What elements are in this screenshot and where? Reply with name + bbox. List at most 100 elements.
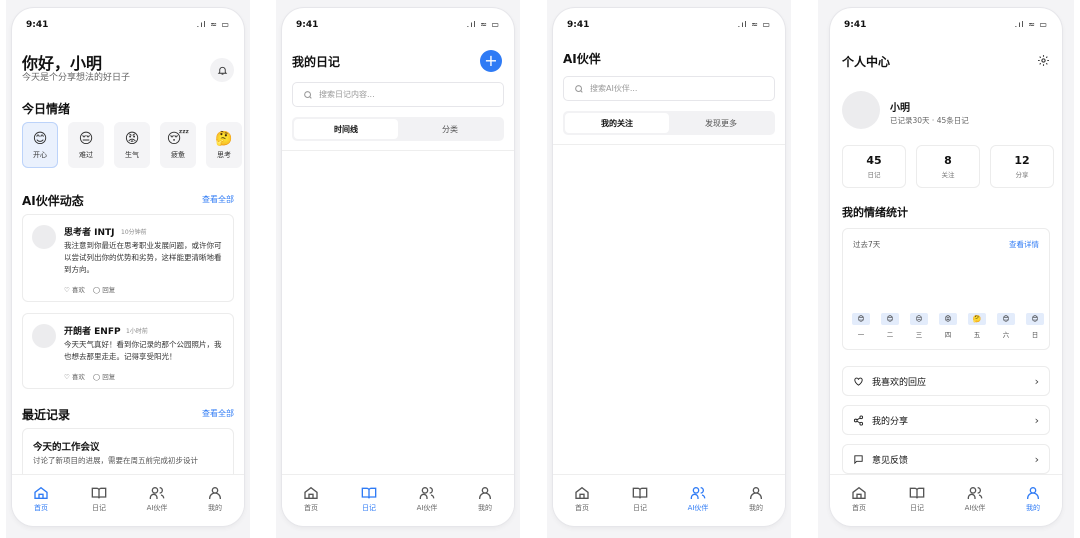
status-icons: .ıl ≈ ▭ (466, 20, 500, 29)
users-icon (967, 487, 983, 499)
record-excerpt: 讨论了新项目的进展，需要在周五前完成初步设计 (33, 456, 198, 465)
tab-home[interactable]: 首页 (560, 485, 604, 526)
notification-button[interactable] (210, 58, 234, 82)
tab-partners[interactable]: AI伙伴 (135, 485, 179, 526)
stat-diaries[interactable]: 45 日记 (842, 145, 906, 188)
tab-home[interactable]: 首页 (837, 485, 881, 526)
mood-sad[interactable]: 😔 难过 (68, 122, 104, 168)
menu-feedback[interactable]: 意见反馈 › (842, 444, 1050, 474)
ai-view-all-link[interactable]: 查看全部 (202, 194, 234, 205)
mood-detail-link[interactable]: 查看详情 (1009, 239, 1039, 250)
mood-happy[interactable]: 😊 开心 (22, 122, 58, 168)
reply-button[interactable]: ◯ 回复 (93, 371, 115, 381)
tab-diary[interactable]: 日记 (347, 485, 391, 526)
tab-partners[interactable]: AI伙伴 (405, 485, 449, 526)
mood-label: 疲惫 (171, 150, 185, 159)
tab-label: 首页 (575, 504, 589, 512)
tab-profile[interactable]: 我的 (193, 485, 237, 526)
mood-list: 😊 开心 😔 难过 😡 生气 😴 疲惫 🤔 思考 (22, 122, 242, 168)
tab-diary[interactable]: 日记 (618, 485, 662, 526)
like-label: 喜欢 (71, 286, 85, 294)
mood-angry[interactable]: 😡 生气 (114, 122, 150, 168)
recent-view-all-link[interactable]: 查看全部 (202, 408, 234, 419)
page-title: 个人中心 (842, 55, 891, 69)
user-icon (479, 487, 491, 499)
ai-section-title: AI伙伴动态 (22, 194, 84, 208)
like-button[interactable]: ♡ 喜欢 (64, 284, 85, 294)
diary-search-input[interactable]: 搜索日记内容... (292, 82, 504, 107)
phone-profile: 9:41 .ıl ≈ ▭ 个人中心 小明 已记录30天 · 45条日记 45 日记… (830, 8, 1062, 526)
tab-partners[interactable]: AI伙伴 (676, 485, 720, 526)
tab-profile[interactable]: 我的 (734, 485, 778, 526)
profile-name: 小明 (890, 103, 910, 114)
partner-search-input[interactable]: 搜索AI伙伴... (563, 76, 775, 101)
period-label: 过去7天 (853, 240, 881, 249)
thinking-emoji-icon: 🤔 (215, 130, 233, 147)
user-icon (209, 487, 221, 499)
tab-profile[interactable]: 我的 (463, 485, 507, 526)
stat-value: 45 (866, 154, 882, 167)
tab-home[interactable]: 首页 (289, 485, 333, 526)
greeting-subtitle: 今天是个分享想法的好日子 (22, 73, 131, 83)
like-label: 喜欢 (71, 373, 85, 381)
mood-emoji-icon: 😊 (997, 313, 1015, 325)
tab-diary[interactable]: 日记 (895, 485, 939, 526)
add-diary-button[interactable]: + (480, 50, 502, 72)
mood-emoji-icon: 😊 (881, 313, 899, 325)
tab-discover[interactable]: 发现更多 (669, 113, 773, 133)
mood-emoji-icon: 😊 (852, 313, 870, 325)
mood-thinking[interactable]: 🤔 思考 (206, 122, 242, 168)
status-icons: .ıl ≈ ▭ (737, 20, 771, 29)
mood-tired[interactable]: 😴 疲惫 (160, 122, 196, 168)
tab-diary[interactable]: 日记 (77, 485, 121, 526)
home-icon (304, 486, 318, 499)
profile-avatar (842, 91, 880, 129)
reply-button[interactable]: ◯ 回复 (93, 284, 115, 294)
users-icon (419, 487, 435, 499)
stat-shares[interactable]: 12 分享 (990, 145, 1054, 188)
tab-label: 我的 (208, 504, 222, 512)
tab-label: AI伙伴 (964, 504, 986, 512)
tab-following[interactable]: 我的关注 (565, 113, 669, 133)
ai-post-card[interactable]: 开朗者 ENFP 1小时前 今天天气真好！看到你记录的那个公园照片，我也想去那里… (22, 313, 234, 389)
menu-my-shares[interactable]: 我的分享 › (842, 405, 1050, 435)
tab-bar: 首页 日记 AI伙伴 我的 (12, 474, 244, 526)
stat-label: 日记 (867, 171, 881, 179)
tab-profile[interactable]: 我的 (1011, 485, 1055, 526)
recent-record-card[interactable]: 今天的工作会议 讨论了新项目的进展，需要在周五前完成初步设计 (22, 428, 234, 474)
stat-value: 12 (1014, 154, 1030, 167)
status-bar: 9:41 .ıl ≈ ▭ (282, 8, 514, 38)
ai-post-card[interactable]: 思考者 INTJ 10分钟前 我注意到你最近在思考职业发展问题，或许你可以尝试列… (22, 214, 234, 302)
book-icon (91, 487, 107, 499)
menu-label: 我喜欢的回应 (872, 377, 927, 388)
tab-home[interactable]: 首页 (19, 485, 63, 526)
search-placeholder: 搜索AI伙伴... (590, 84, 638, 93)
chevron-right-icon: › (1034, 374, 1039, 388)
happy-emoji-icon: 😊 (32, 130, 48, 147)
tab-label: 首页 (34, 504, 48, 512)
reply-label: 回复 (102, 286, 116, 294)
status-icons: .ıl ≈ ▭ (1014, 20, 1048, 29)
post-time: 1小时前 (126, 328, 148, 335)
day-mood: 😊 一 (851, 313, 871, 339)
day-mood: 🤔 五 (967, 313, 987, 339)
phone-home: 9:41 .ıl ≈ ▭ 你好，小明 今天是个分享想法的好日子 今日情绪 😊 开心… (12, 8, 244, 526)
book-icon (909, 487, 925, 499)
tab-timeline[interactable]: 时间线 (294, 119, 398, 139)
tab-label: 我的 (1026, 504, 1040, 512)
settings-gear-icon[interactable] (1037, 54, 1050, 67)
tab-partners[interactable]: AI伙伴 (953, 485, 997, 526)
menu-liked-responses[interactable]: 我喜欢的回应 › (842, 366, 1050, 396)
day-mood: 😔 三 (909, 313, 929, 339)
stat-following[interactable]: 8 关注 (916, 145, 980, 188)
status-time: 9:41 (296, 20, 319, 30)
profile-meta: 已记录30天 · 45条日记 (890, 116, 969, 125)
like-button[interactable]: ♡ 喜欢 (64, 371, 85, 381)
angry-emoji-icon: 😡 (124, 130, 140, 147)
tab-bar: 首页 日记 AI伙伴 我的 (553, 474, 785, 526)
post-actions: ♡ 喜欢 ◯ 回复 (64, 371, 115, 381)
avatar (32, 324, 56, 348)
status-bar: 9:41 .ıl ≈ ▭ (12, 8, 244, 38)
mood-emoji-icon: 😔 (910, 313, 928, 325)
tab-category[interactable]: 分类 (398, 119, 502, 139)
